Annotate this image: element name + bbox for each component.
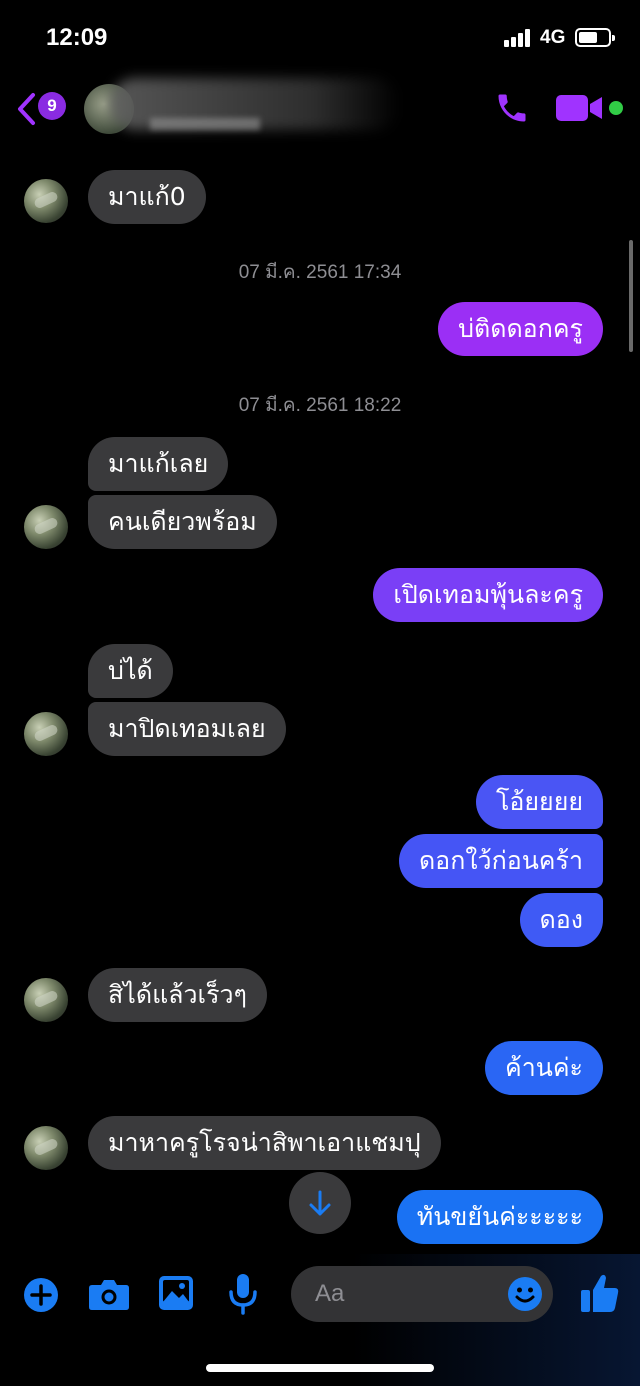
thumbs-up-icon[interactable] bbox=[580, 1272, 620, 1314]
network-type: 4G bbox=[540, 27, 566, 48]
message-outgoing[interactable]: เปิดเทอมพุ้นละครู bbox=[373, 568, 603, 622]
arrow-down-icon bbox=[309, 1190, 331, 1216]
message-input[interactable]: Aa bbox=[291, 1266, 553, 1322]
unread-badge: 9 bbox=[38, 92, 66, 120]
back-chevron-icon bbox=[18, 93, 35, 125]
plus-icon[interactable] bbox=[22, 1276, 60, 1314]
sender-avatar[interactable] bbox=[24, 978, 68, 1022]
camera-icon[interactable] bbox=[88, 1276, 130, 1312]
message-outgoing[interactable]: ดอกใว้ก่อนคร้า bbox=[398, 834, 603, 888]
message-outgoing[interactable]: ดอง bbox=[519, 893, 603, 947]
sender-avatar[interactable] bbox=[24, 505, 68, 549]
message-outgoing[interactable]: บ่ติดดอกครู bbox=[438, 302, 603, 356]
message-incoming[interactable]: คนเดียวพร้อม bbox=[88, 495, 277, 549]
redacted-status bbox=[150, 118, 260, 130]
message-incoming[interactable]: มาแก้0 bbox=[88, 170, 206, 224]
scroll-to-bottom-button[interactable] bbox=[289, 1172, 351, 1234]
message-incoming[interactable]: มาแก้เลย bbox=[88, 437, 229, 491]
message-incoming[interactable]: มาปิดเทอมเลย bbox=[88, 702, 286, 756]
message-outgoing[interactable]: ทันขยันค่ะะะะะ bbox=[396, 1190, 603, 1244]
message-outgoing[interactable]: ค้านค่ะ bbox=[484, 1041, 603, 1095]
message-outgoing[interactable]: โอ้ยยยย bbox=[475, 775, 603, 829]
back-button[interactable]: 9 bbox=[16, 90, 70, 128]
status-bar: 12:09 4G bbox=[0, 0, 640, 76]
message-incoming[interactable]: สิได้แล้วเร็วๆ bbox=[88, 968, 267, 1022]
home-indicator[interactable] bbox=[206, 1364, 434, 1372]
sender-avatar[interactable] bbox=[24, 712, 68, 756]
conversation-header: 9 bbox=[0, 76, 640, 146]
video-camera-icon[interactable] bbox=[556, 93, 608, 123]
timestamp: 07 มี.ค. 2561 17:34 bbox=[238, 262, 402, 283]
online-indicator bbox=[609, 101, 623, 115]
sender-avatar[interactable] bbox=[24, 179, 68, 223]
microphone-icon[interactable] bbox=[226, 1272, 260, 1316]
sender-avatar[interactable] bbox=[24, 1126, 68, 1170]
battery-icon bbox=[575, 28, 615, 47]
cellular-signal-icon bbox=[504, 29, 532, 47]
message-incoming[interactable]: บ่ได้ bbox=[88, 644, 173, 698]
status-time: 12:09 bbox=[46, 24, 108, 51]
emoji-icon[interactable] bbox=[507, 1276, 543, 1312]
image-icon[interactable] bbox=[157, 1274, 195, 1312]
timestamp: 07 มี.ค. 2561 18:22 bbox=[238, 395, 402, 416]
message-input-placeholder: Aa bbox=[315, 1280, 345, 1307]
message-incoming[interactable]: มาหาครูโรจน่าสิพาเอาแชมปุ bbox=[88, 1116, 441, 1170]
phone-icon[interactable] bbox=[494, 90, 530, 126]
